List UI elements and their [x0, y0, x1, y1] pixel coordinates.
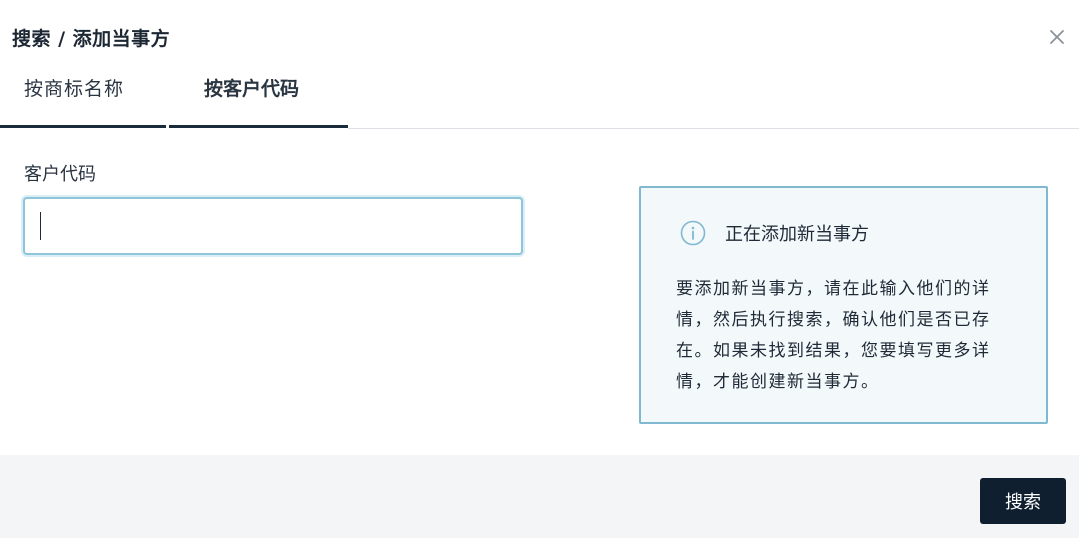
info-icon — [680, 220, 706, 246]
dialog-title: 搜索 / 添加当事方 — [12, 28, 171, 50]
customer-code-input[interactable] — [23, 197, 523, 255]
close-icon[interactable] — [1046, 26, 1068, 48]
search-button[interactable]: 搜索 — [980, 478, 1066, 524]
text-cursor — [40, 212, 41, 240]
search-mode-tabs: 按商标名称 按客户代码 — [0, 62, 1079, 131]
info-panel: 正在添加新当事方 要添加新当事方，请在此输入他们的详情，然后执行搜索，确认他们是… — [639, 186, 1048, 424]
dialog-footer — [0, 455, 1079, 538]
info-title: 正在添加新当事方 — [725, 224, 869, 245]
search-add-party-dialog: 搜索 / 添加当事方 按商标名称 按客户代码 客户代码 正在添加新当事方 要添加… — [0, 0, 1079, 538]
customer-code-label: 客户代码 — [24, 164, 96, 185]
info-body: 要添加新当事方，请在此输入他们的详情，然后执行搜索，确认他们是否已存在。如果未找… — [676, 279, 991, 392]
tab-by-customer-code[interactable]: 按客户代码 — [169, 62, 348, 128]
tabs-divider — [348, 128, 1079, 129]
tab-by-trademark-name[interactable]: 按商标名称 — [0, 62, 166, 128]
